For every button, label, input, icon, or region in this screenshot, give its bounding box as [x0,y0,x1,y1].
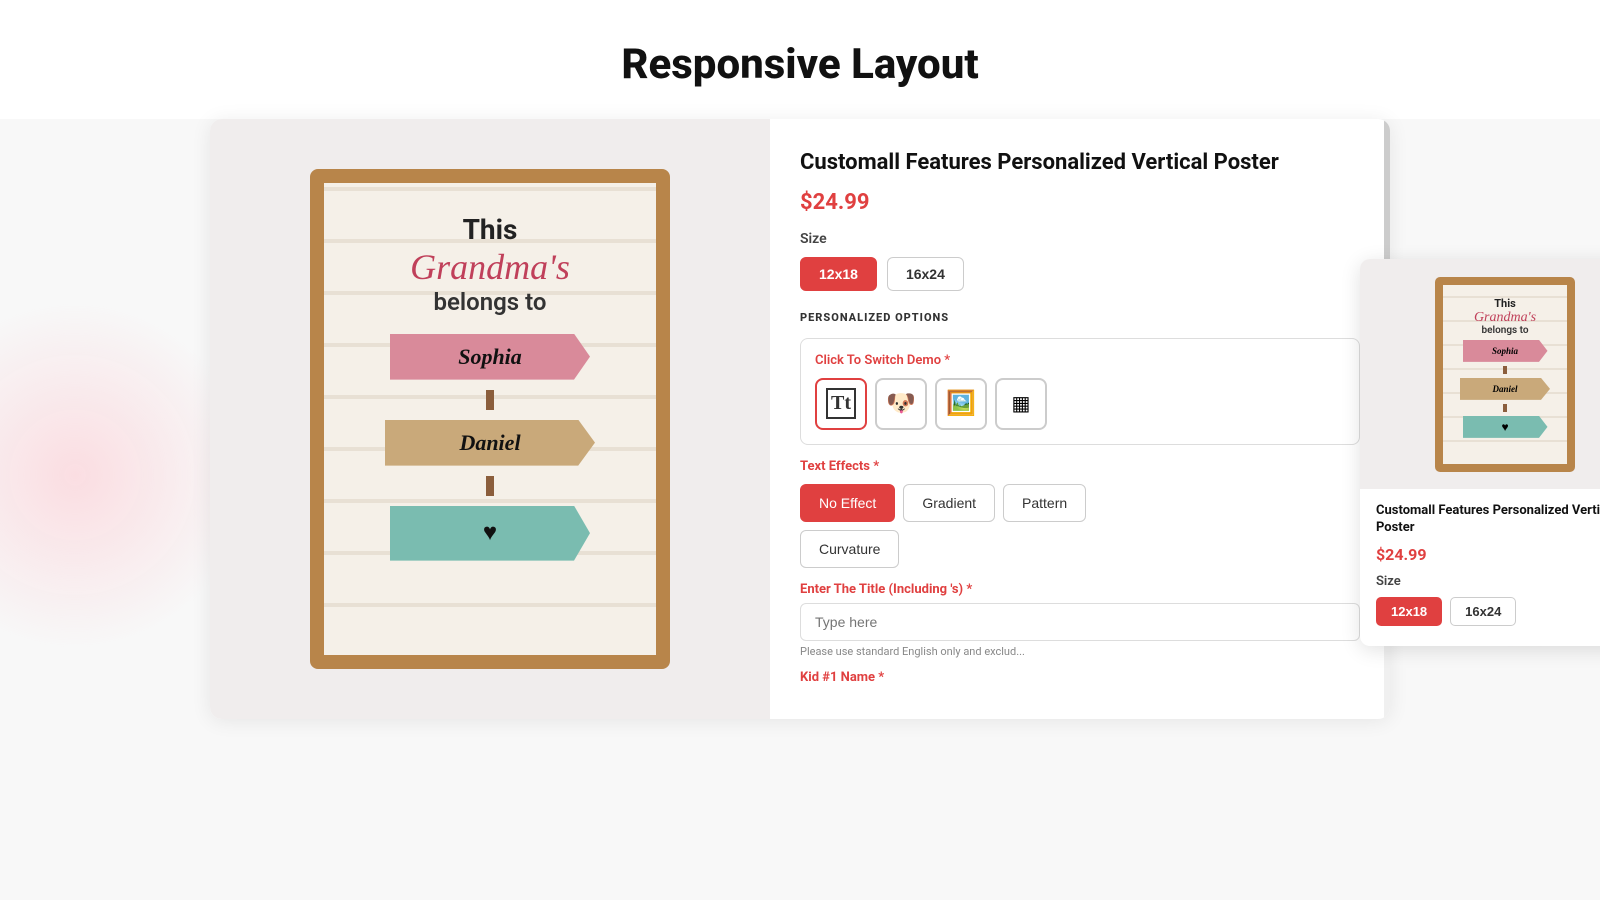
product-price: $24.99 [800,190,1360,215]
dog-icon: 🐶 [886,389,916,418]
mini-poster-line2: Grandma's [1474,310,1536,325]
size-options: 12x18 16x24 [800,257,1360,291]
mini-poster-line1: This [1494,297,1516,310]
page-header: Responsive Layout [0,0,1600,119]
side-size-options: 12x18 16x24 [1376,597,1600,626]
poster-line1: This [463,213,518,246]
effect-gradient[interactable]: Gradient [903,484,995,522]
effect-curvature[interactable]: Curvature [800,530,899,568]
product-frame: This Grandma's belongs to Sophia Daniel [310,169,670,669]
mini-sign-sophia: Sophia [1463,340,1548,362]
mini-sign-heart: ♥ [1463,416,1548,438]
side-size-label: Size [1376,574,1600,589]
demo-icon-qr[interactable]: ▦ [995,378,1047,430]
side-product-price: $24.99 [1376,545,1600,564]
product-panel: This Grandma's belongs to Sophia Daniel [210,119,1390,719]
poster-line3: belongs to [434,288,547,316]
effect-no-effect[interactable]: No Effect [800,484,895,522]
kid1-name-section: Kid #1 Name * [800,670,1360,685]
side-product-info: Customall Features Personalized Vertical… [1360,489,1600,626]
title-input-label: Enter The Title (Including 's) * [800,582,1360,597]
image-icon: 🖼️ [946,389,976,418]
size-btn-12x18[interactable]: 12x18 [800,257,877,291]
page-title: Responsive Layout [0,40,1600,89]
title-input-hint: Please use standard English only and exc… [800,645,1360,658]
signs-container: Sophia Daniel ♥ [385,334,595,561]
qr-icon: ▦ [1012,391,1031,416]
title-input-section: Enter The Title (Including 's) * Please … [800,582,1360,658]
product-detail-panel: Customall Features Personalized Vertical… [770,119,1390,719]
title-input[interactable] [800,603,1360,641]
text-effects-section: Text Effects * No Effect Gradient Patter… [800,459,1360,568]
sign-sophia: Sophia [390,334,590,380]
effects-row-2: Curvature [800,530,1360,568]
demo-icon-dog[interactable]: 🐶 [875,378,927,430]
title-required-star: * [966,582,972,597]
side-product-name: Customall Features Personalized Vertical… [1376,503,1600,537]
side-size-btn-16x24[interactable]: 16x24 [1450,597,1516,626]
demo-switch-label: Click To Switch Demo * [815,353,1345,368]
text-format-icon: Tt [826,388,856,419]
text-effects-label: Text Effects * [800,459,1360,474]
demo-switch-box: Click To Switch Demo * Tt 🐶 🖼️ ▦ [800,338,1360,445]
mini-sign-daniel: Daniel [1460,378,1550,400]
mini-signs: Sophia Daniel ♥ [1460,340,1550,438]
sign-daniel: Daniel [385,420,595,466]
demo-icons-row: Tt 🐶 🖼️ ▦ [815,378,1345,430]
product-image-area: This Grandma's belongs to Sophia Daniel [210,119,770,719]
effects-row: No Effect Gradient Pattern [800,484,1360,522]
kid1-required-star: * [878,670,884,685]
effects-required-star: * [873,459,879,474]
mini-frame: This Grandma's belongs to Sophia Daniel … [1435,277,1575,472]
size-label: Size [800,231,1360,247]
product-name: Customall Features Personalized Vertical… [800,149,1360,178]
demo-required-star: * [944,353,950,368]
side-preview-image: This Grandma's belongs to Sophia Daniel … [1360,259,1600,489]
side-size-btn-12x18[interactable]: 12x18 [1376,597,1442,626]
demo-icon-image[interactable]: 🖼️ [935,378,987,430]
side-preview-card: This Grandma's belongs to Sophia Daniel … [1360,259,1600,646]
mini-poster-line3: belongs to [1481,325,1528,336]
sign-heart: ♥ [390,506,590,561]
effect-pattern[interactable]: Pattern [1003,484,1086,522]
poster-line2: Grandma's [410,248,570,288]
size-btn-16x24[interactable]: 16x24 [887,257,964,291]
personalized-options-label: PERSONALIZED OPTIONS [800,311,1360,324]
kid1-name-label: Kid #1 Name * [800,670,1360,685]
demo-icon-text[interactable]: Tt [815,378,867,430]
